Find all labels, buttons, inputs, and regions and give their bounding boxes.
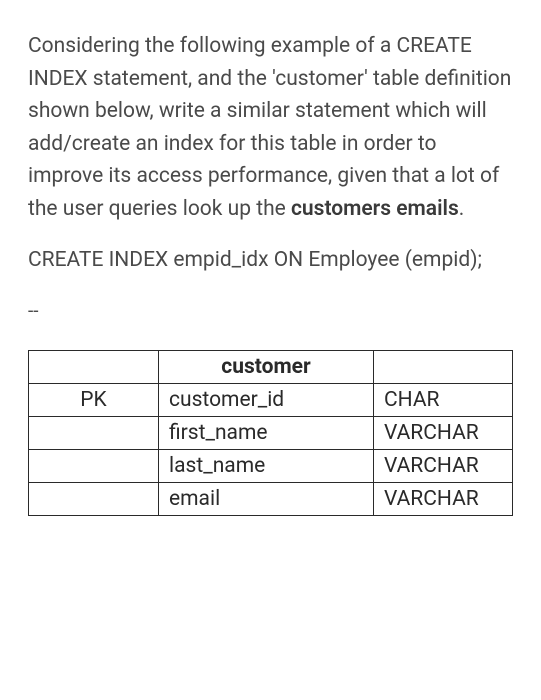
- table-name-cell: first_name: [159, 416, 374, 449]
- table-row: email VARCHAR: [29, 482, 513, 515]
- table-key-cell: [29, 449, 159, 482]
- table-title-cell: customer: [159, 350, 374, 383]
- table-type-cell: CHAR: [374, 383, 513, 416]
- table-header-empty-left: [29, 350, 159, 383]
- table-key-cell: [29, 416, 159, 449]
- table-name-cell: last_name: [159, 449, 374, 482]
- table-type-cell: VARCHAR: [374, 482, 513, 515]
- question-paragraph: Considering the following example of a C…: [28, 30, 513, 225]
- question-tail: .: [459, 197, 465, 221]
- separator-dashes: --: [28, 299, 513, 322]
- table-row: last_name VARCHAR: [29, 449, 513, 482]
- code-example: CREATE INDEX empid_idx ON Employee (empi…: [28, 245, 513, 277]
- table-type-cell: VARCHAR: [374, 449, 513, 482]
- question-intro: Considering the following example of a C…: [28, 34, 511, 221]
- customer-table: customer PK customer_id CHAR first_name …: [28, 350, 513, 516]
- table-key-cell: PK: [29, 383, 159, 416]
- table-name-cell: email: [159, 482, 374, 515]
- table-key-cell: [29, 482, 159, 515]
- table-name-cell: customer_id: [159, 383, 374, 416]
- table-header-empty-right: [374, 350, 513, 383]
- table-row: first_name VARCHAR: [29, 416, 513, 449]
- table-row: PK customer_id CHAR: [29, 383, 513, 416]
- question-bold: customers emails: [291, 197, 459, 221]
- table-header-row: customer: [29, 350, 513, 383]
- table-type-cell: VARCHAR: [374, 416, 513, 449]
